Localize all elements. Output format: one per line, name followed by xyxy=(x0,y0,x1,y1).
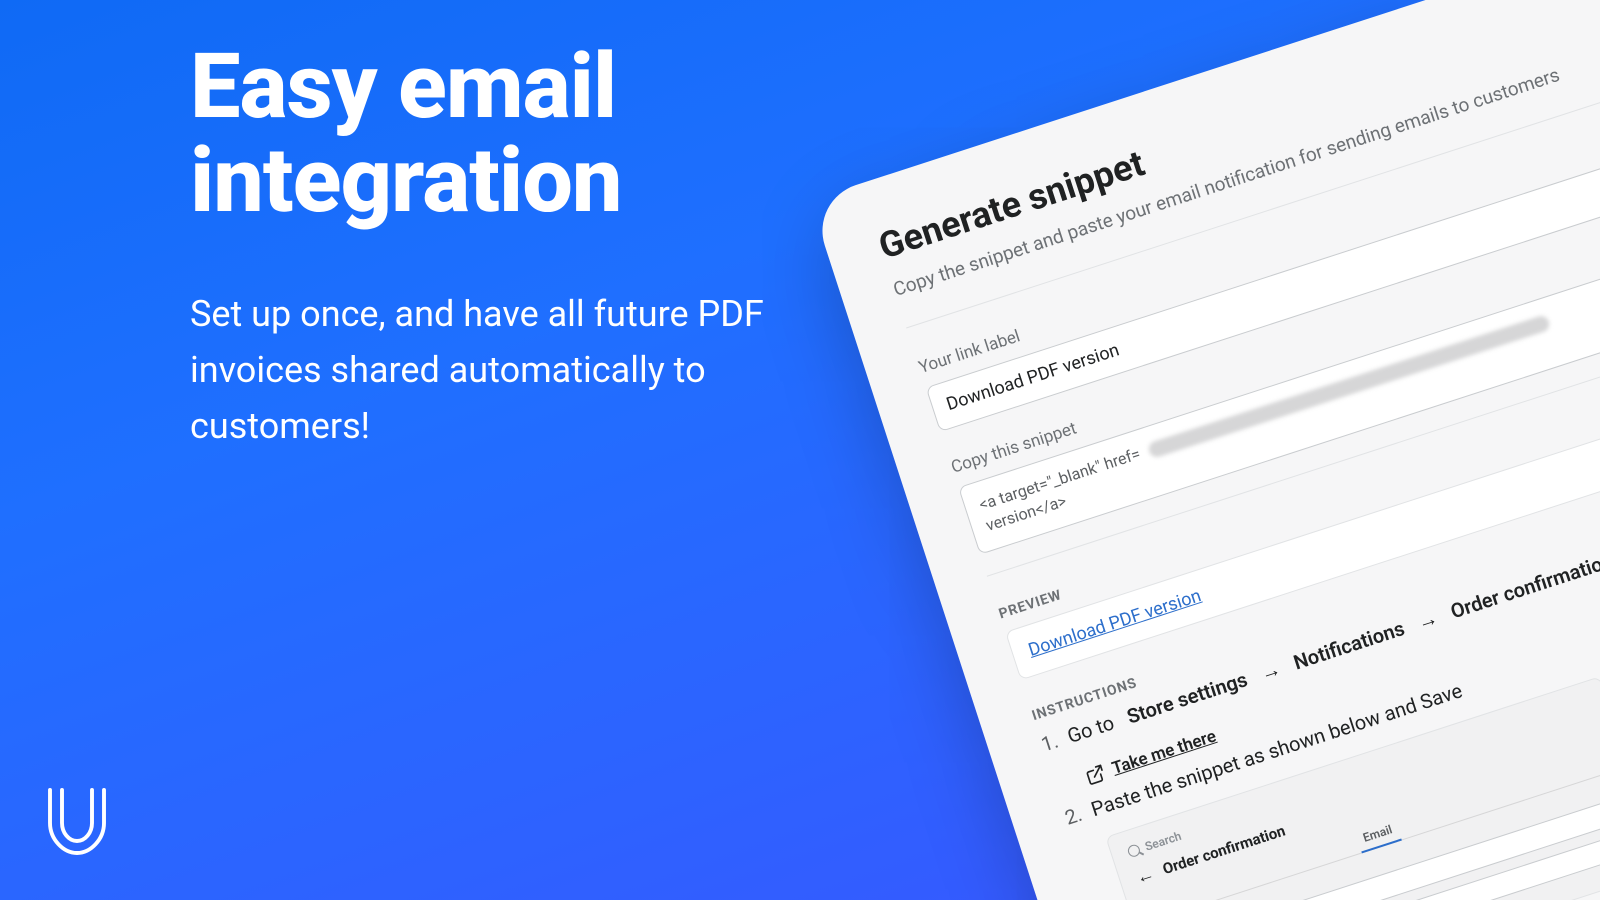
back-arrow-icon[interactable]: ← xyxy=(1133,863,1157,889)
step1-prefix: Go to xyxy=(1064,710,1117,748)
external-link-icon xyxy=(1083,762,1108,787)
arrow-right-icon: → xyxy=(1257,656,1284,686)
arrow-right-icon: → xyxy=(1414,605,1441,635)
hero-heading: Easy email integration xyxy=(190,40,830,227)
hero-subtext: Set up once, and have all future PDF inv… xyxy=(190,287,830,454)
mini-tab-email[interactable]: Email xyxy=(1361,822,1394,845)
search-icon xyxy=(1126,843,1141,858)
hero-copy: Easy email integration Set up once, and … xyxy=(190,40,830,455)
marketing-slide: Easy email integration Set up once, and … xyxy=(0,0,1600,900)
app-panel-mock: Generate snippet Copy the snippet and pa… xyxy=(810,0,1600,900)
mini-search-placeholder: Search xyxy=(1143,829,1183,854)
paperclip-logo-icon xyxy=(38,784,116,862)
